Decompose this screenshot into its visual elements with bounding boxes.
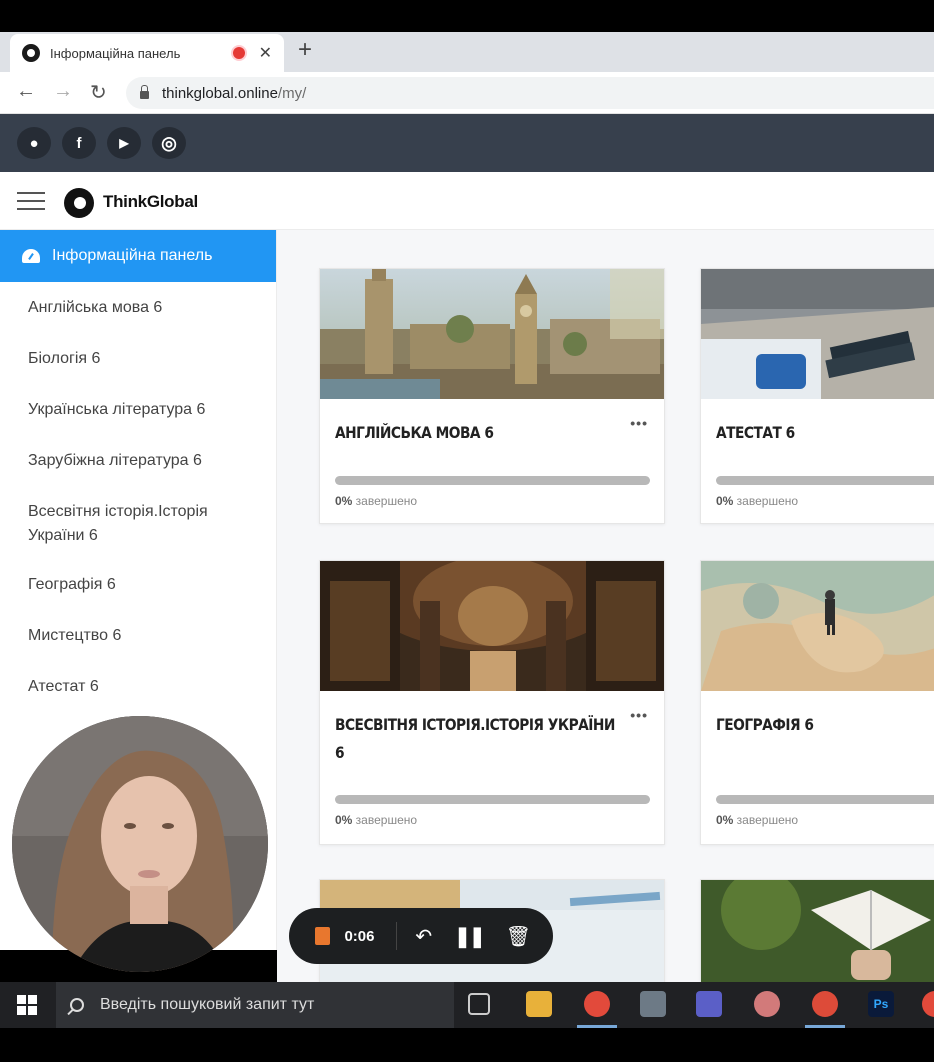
site-header: ThinkGlobal xyxy=(0,172,934,230)
pause-icon[interactable]: ❚❚ xyxy=(454,924,485,949)
youtube-icon[interactable]: ▶ xyxy=(107,127,141,159)
sidebar-item-label: Українська література 6 xyxy=(28,400,206,418)
active-app-indicator xyxy=(577,1025,617,1028)
url-path: /my/ xyxy=(277,84,307,102)
search-placeholder: Введіть пошуковий запит тут xyxy=(100,996,315,1013)
recording-timer: 0:06 xyxy=(344,927,375,945)
course-progress-bar xyxy=(335,795,650,804)
logo-icon[interactable] xyxy=(64,188,94,218)
sidebar-item-label: Географія 6 xyxy=(28,575,116,593)
recording-indicator-icon xyxy=(232,47,245,59)
chrome-icon[interactable] xyxy=(584,991,610,1017)
sidebar-item-label: Інформаційна панель xyxy=(52,247,213,264)
course-card[interactable] xyxy=(700,879,934,982)
lock-icon xyxy=(140,85,149,99)
course-card[interactable]: АТЕСТАТ 6 0% завершено xyxy=(700,268,934,524)
address-bar[interactable]: thinkglobal.online/my/ xyxy=(126,77,934,109)
sidebar-item-biology[interactable]: Біологія 6 xyxy=(0,333,276,384)
menu-toggle-icon[interactable] xyxy=(17,190,45,212)
sidebar-item-history[interactable]: Всесвітня історія.Історія України 6 xyxy=(0,486,276,559)
course-progress-bar xyxy=(716,795,934,804)
sidebar-item-foreign-literature[interactable]: Зарубіжна література 6 xyxy=(0,435,276,486)
reload-icon[interactable]: ↻ xyxy=(90,80,107,105)
sidebar-item-attestat[interactable]: Атестат 6 xyxy=(0,661,276,712)
logo-text[interactable]: ThinkGlobal xyxy=(103,192,198,212)
windows-start-icon[interactable] xyxy=(17,995,37,1015)
course-progress-text: 0% завершено xyxy=(335,494,418,508)
course-menu-icon[interactable]: ••• xyxy=(630,415,648,431)
site-favicon-icon xyxy=(22,44,40,62)
task-view-icon[interactable] xyxy=(468,993,490,1015)
facebook-icon[interactable]: f xyxy=(62,127,96,159)
globe-icon[interactable]: ● xyxy=(17,127,51,159)
course-progress-bar xyxy=(335,476,650,485)
sidebar-item-label: Зарубіжна література 6 xyxy=(28,451,202,469)
course-title[interactable]: АНГЛІЙСЬКА МОВА 6 xyxy=(335,419,627,447)
browser-toolbar: ← → ↻ thinkglobal.online/my/ xyxy=(0,72,934,114)
calculator-icon[interactable] xyxy=(640,991,666,1017)
webcam-overlay[interactable] xyxy=(12,716,268,972)
sidebar-item-art[interactable]: Мистецтво 6 xyxy=(0,610,276,661)
sidebar-item-label: Англійська мова 6 xyxy=(28,298,163,316)
sidebar-item-english[interactable]: Англійська мова 6 xyxy=(0,282,276,333)
course-image xyxy=(701,561,934,691)
instagram-icon[interactable]: ◎ xyxy=(152,127,186,159)
search-icon xyxy=(70,998,84,1012)
course-title[interactable]: АТЕСТАТ 6 xyxy=(716,419,934,447)
course-overview: АНГЛІЙСЬКА МОВА 6 ••• 0% завершено АТЕСТ… xyxy=(277,230,934,982)
forward-icon[interactable]: → xyxy=(53,80,73,103)
sidebar-item-ukrainian-literature[interactable]: Українська література 6 xyxy=(0,384,276,435)
course-card[interactable]: ВСЕСВІТНЯ ІСТОРІЯ.ІСТОРІЯ УКРАЇНИ 6 ••• … xyxy=(319,560,665,845)
windows-taskbar: Введіть пошуковий запит тут Ps xyxy=(0,982,934,1028)
browser-tab-strip: Інформаційна панель ✕ + xyxy=(0,32,934,72)
course-card[interactable]: АНГЛІЙСЬКА МОВА 6 ••• 0% завершено xyxy=(319,268,665,524)
course-image xyxy=(701,880,934,982)
course-title[interactable]: ВСЕСВІТНЯ ІСТОРІЯ.ІСТОРІЯ УКРАЇНИ 6 xyxy=(335,711,627,767)
chrome-icon-2[interactable] xyxy=(812,991,838,1017)
sidebar-item-label: Атестат 6 xyxy=(28,677,99,695)
course-card[interactable]: ГЕОГРАФІЯ 6 0% завершено xyxy=(700,560,934,845)
course-progress-bar xyxy=(716,476,934,485)
back-icon[interactable]: ← xyxy=(16,80,36,103)
social-bar: ● f ▶ ◎ xyxy=(0,114,934,172)
new-tab-button[interactable]: + xyxy=(298,36,312,64)
sidebar-item-label: Мистецтво 6 xyxy=(28,626,122,644)
stop-recording-icon[interactable] xyxy=(315,927,331,945)
course-image xyxy=(701,269,934,399)
course-progress-text: 0% завершено xyxy=(716,813,799,827)
course-image xyxy=(320,269,664,399)
dashboard-icon xyxy=(22,249,40,263)
undo-icon[interactable]: ↶ xyxy=(415,924,432,949)
sidebar-item-label: Всесвітня історія.Історія України 6 xyxy=(28,502,208,544)
course-title[interactable]: ГЕОГРАФІЯ 6 xyxy=(716,711,934,739)
photoshop-icon[interactable]: Ps xyxy=(868,991,894,1017)
course-progress-text: 0% завершено xyxy=(335,813,418,827)
tab-title: Інформаційна панель xyxy=(50,45,181,61)
taskbar-search-input[interactable]: Введіть пошуковий запит тут xyxy=(56,982,454,1028)
browser-tab[interactable]: Інформаційна панель ✕ xyxy=(10,34,284,72)
sidebar-item-label: Біологія 6 xyxy=(28,349,101,367)
app-icon[interactable] xyxy=(922,991,934,1017)
teams-icon[interactable] xyxy=(696,991,722,1017)
course-progress-text: 0% завершено xyxy=(716,494,799,508)
url-host: thinkglobal.online xyxy=(162,84,278,102)
screen-recorder-controls: 0:06 ↶ ❚❚ 🗑 xyxy=(289,908,553,964)
paint-icon[interactable] xyxy=(754,991,780,1017)
sidebar-item-dashboard[interactable]: Інформаційна панель xyxy=(0,230,276,282)
file-explorer-icon[interactable] xyxy=(526,991,552,1017)
active-app-indicator xyxy=(805,1025,845,1028)
tab-close-icon[interactable]: ✕ xyxy=(259,43,272,63)
divider xyxy=(396,922,398,950)
course-menu-icon[interactable]: ••• xyxy=(630,707,648,723)
screen: Інформаційна панель ✕ + ← → ↻ thinkgloba… xyxy=(0,0,934,1062)
course-image xyxy=(320,561,664,691)
delete-icon[interactable]: 🗑 xyxy=(506,924,531,949)
sidebar-item-geography[interactable]: Географія 6 xyxy=(0,559,276,610)
